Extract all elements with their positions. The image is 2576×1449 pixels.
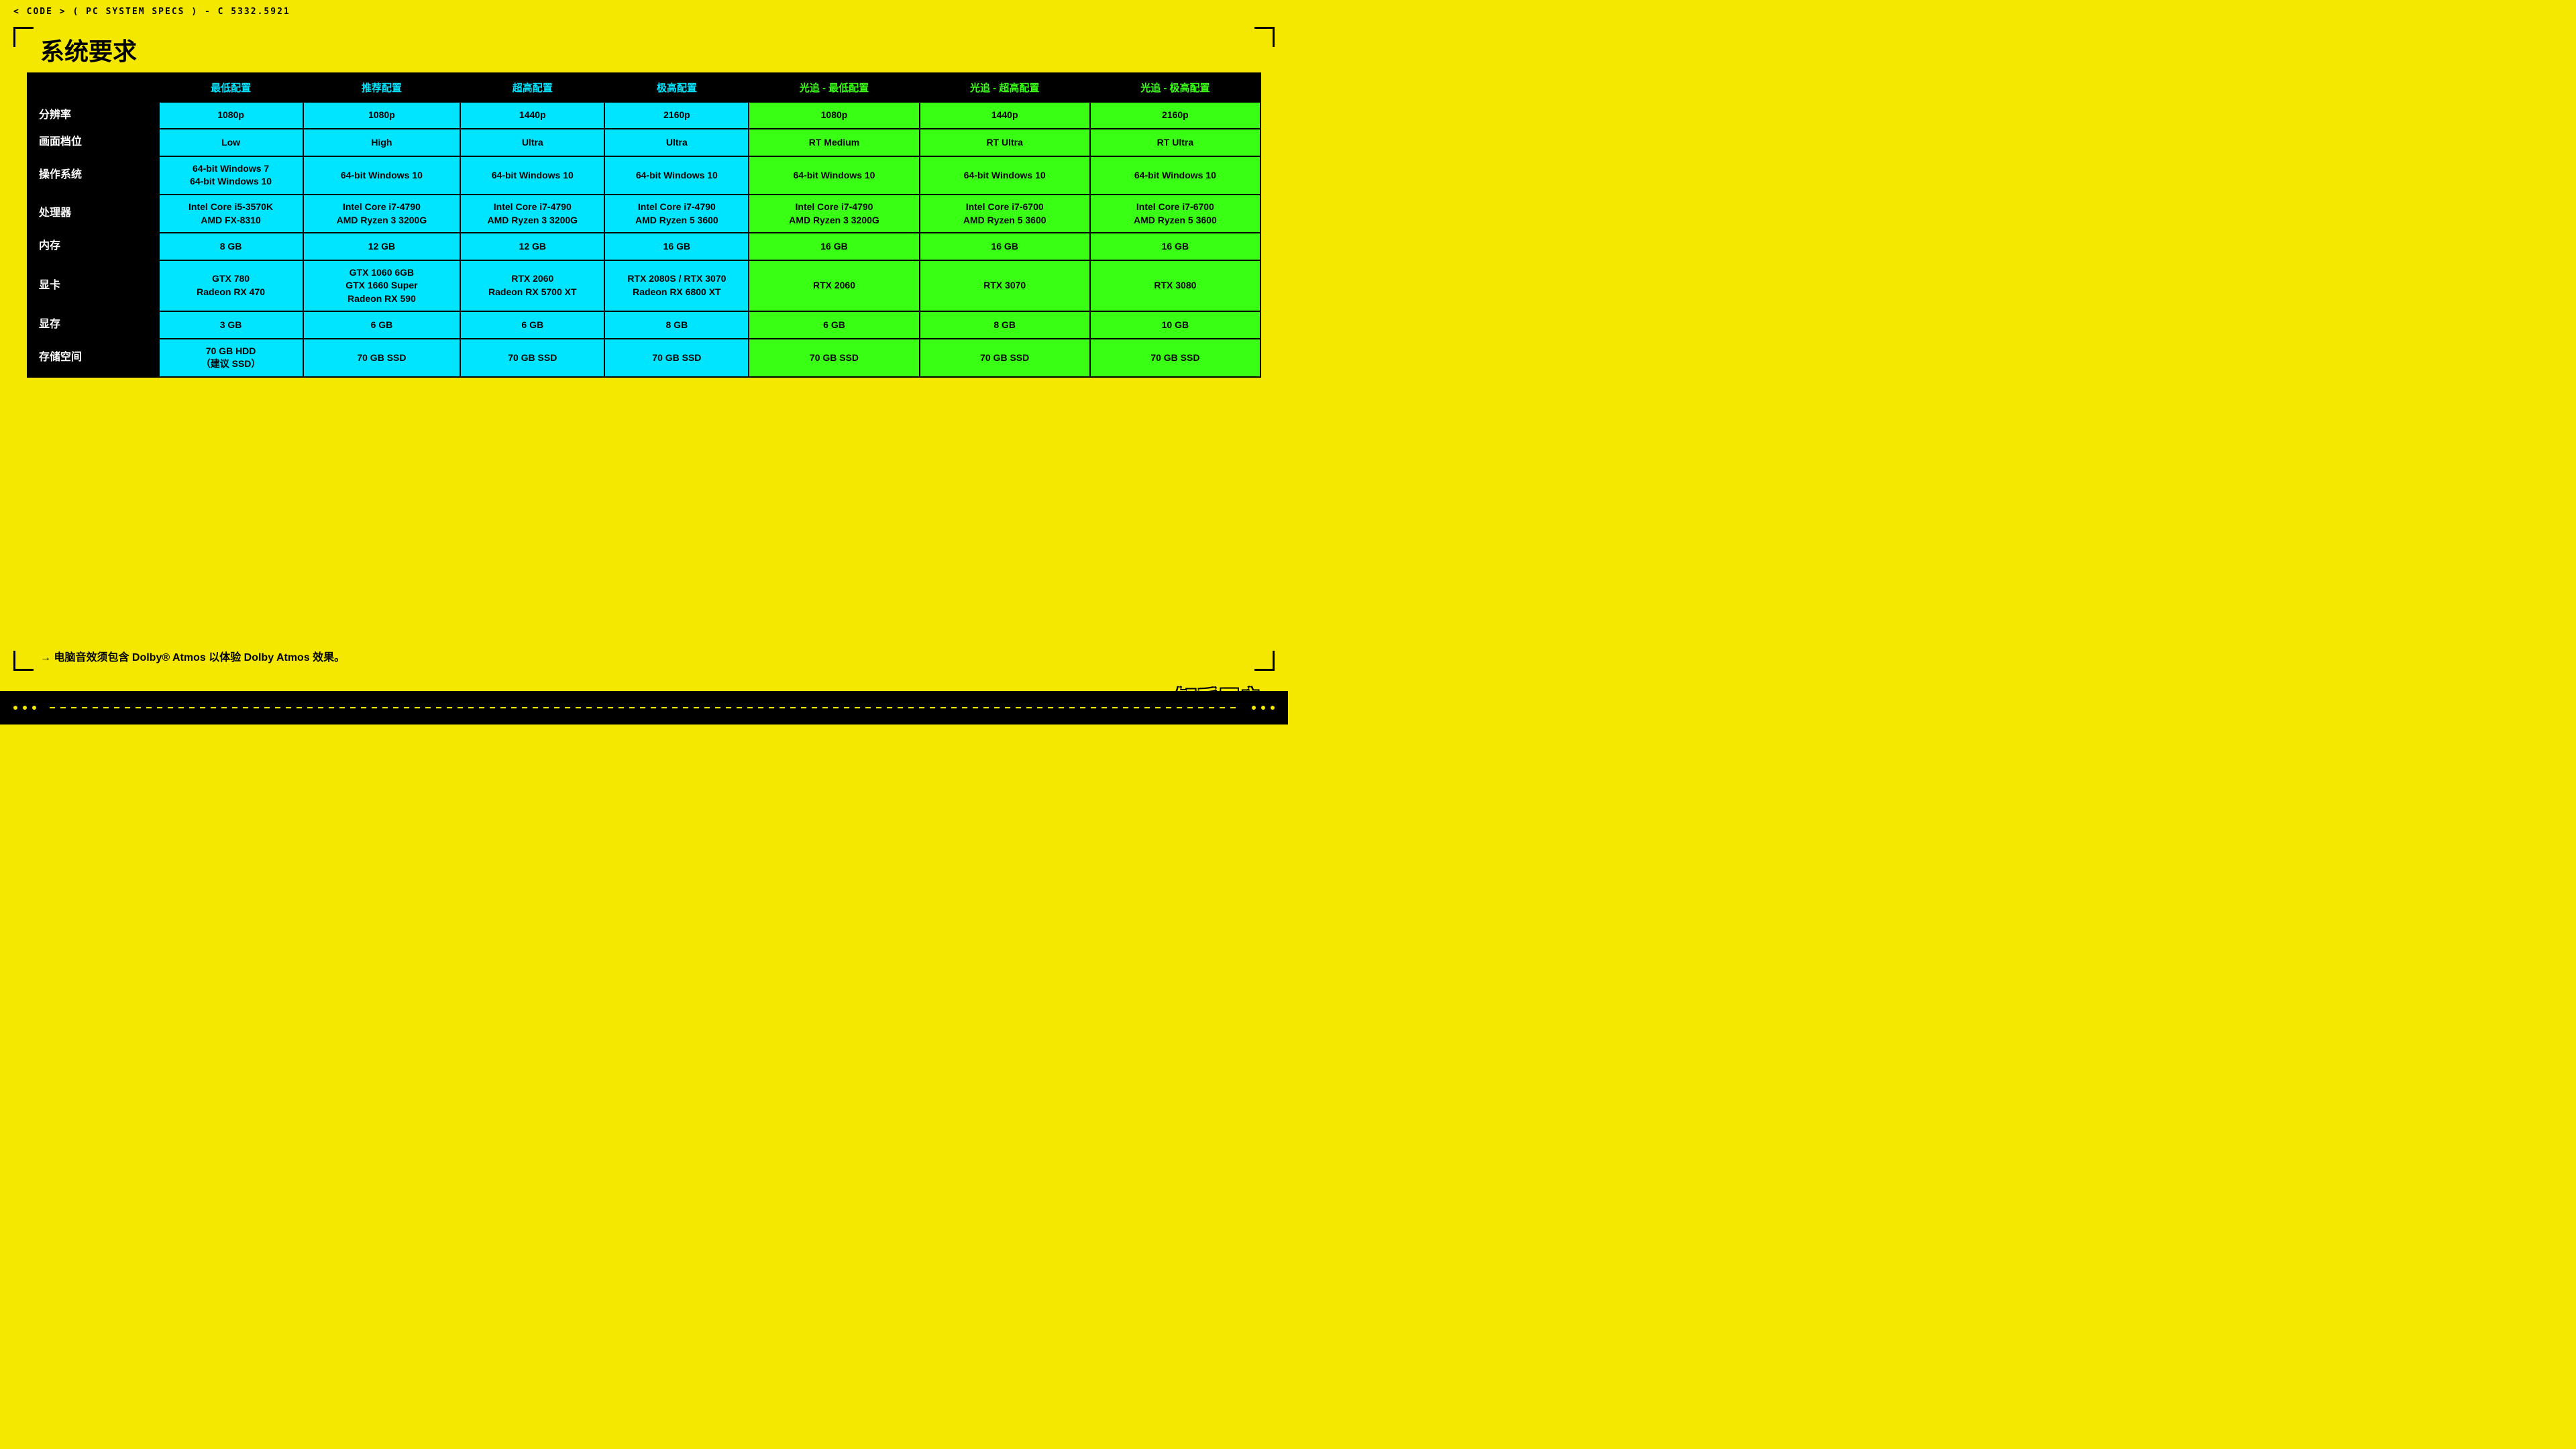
row-5-col6: RTX 3070 <box>920 260 1090 312</box>
row-4-col1: 8 GB <box>159 233 303 260</box>
row-2-col6: 64-bit Windows 10 <box>920 156 1090 195</box>
specs-table: 最低配置 推荐配置 超高配置 极高配置 光追 - 最低配置 光追 - 超高配置 … <box>27 72 1261 378</box>
row-0-col5: 1080p <box>749 102 919 129</box>
header-col1: 最低配置 <box>159 73 303 102</box>
row-3-col7: Intel Core i7-6700 AMD Ryzen 5 3600 <box>1090 195 1260 233</box>
header-col7: 光追 - 极高配置 <box>1090 73 1260 102</box>
header-col3: 超高配置 <box>460 73 604 102</box>
row-label-1: 画面档位 <box>28 129 159 156</box>
top-bar-text: < CODE > ( PC SYSTEM SPECS ) - C 5332.59… <box>13 7 290 17</box>
row-7-col7: 70 GB SSD <box>1090 339 1260 377</box>
row-6-col1: 3 GB <box>159 311 303 338</box>
row-7-col1: 70 GB HDD （建议 SSD） <box>159 339 303 377</box>
dot4 <box>1252 706 1256 710</box>
row-4-col3: 12 GB <box>460 233 604 260</box>
row-2-col7: 64-bit Windows 10 <box>1090 156 1260 195</box>
row-2-col2: 64-bit Windows 10 <box>303 156 461 195</box>
row-4-col4: 16 GB <box>604 233 749 260</box>
row-0-col7: 2160p <box>1090 102 1260 129</box>
row-1-col5: RT Medium <box>749 129 919 156</box>
top-bar: < CODE > ( PC SYSTEM SPECS ) - C 5332.59… <box>13 7 290 17</box>
row-3-col4: Intel Core i7-4790 AMD Ryzen 5 3600 <box>604 195 749 233</box>
row-4-col2: 12 GB <box>303 233 461 260</box>
corner-tr-decoration <box>1254 27 1275 47</box>
header-col4: 极高配置 <box>604 73 749 102</box>
row-label-0: 分辨率 <box>28 102 159 129</box>
header-label <box>28 73 159 102</box>
row-3-col3: Intel Core i7-4790 AMD Ryzen 3 3200G <box>460 195 604 233</box>
corner-tl-decoration <box>13 27 34 47</box>
row-label-5: 显卡 <box>28 260 159 312</box>
row-7-col3: 70 GB SSD <box>460 339 604 377</box>
bottom-bar <box>0 691 1288 724</box>
dot5 <box>1261 706 1265 710</box>
row-4-col7: 16 GB <box>1090 233 1260 260</box>
row-1-col2: High <box>303 129 461 156</box>
bottom-bar-dots-right <box>1252 706 1275 710</box>
row-label-3: 处理器 <box>28 195 159 233</box>
row-3-col6: Intel Core i7-6700 AMD Ryzen 5 3600 <box>920 195 1090 233</box>
header-col2: 推荐配置 <box>303 73 461 102</box>
row-7-col2: 70 GB SSD <box>303 339 461 377</box>
row-7-col4: 70 GB SSD <box>604 339 749 377</box>
bottom-bar-line <box>50 707 1238 708</box>
row-5-col1: GTX 780 Radeon RX 470 <box>159 260 303 312</box>
row-6-col4: 8 GB <box>604 311 749 338</box>
row-4-col6: 16 GB <box>920 233 1090 260</box>
row-6-col6: 8 GB <box>920 311 1090 338</box>
row-7-col5: 70 GB SSD <box>749 339 919 377</box>
row-1-col1: Low <box>159 129 303 156</box>
dot2 <box>23 706 27 710</box>
row-6-col3: 6 GB <box>460 311 604 338</box>
row-2-col4: 64-bit Windows 10 <box>604 156 749 195</box>
row-5-col5: RTX 2060 <box>749 260 919 312</box>
row-label-7: 存储空间 <box>28 339 159 377</box>
row-0-col4: 2160p <box>604 102 749 129</box>
row-6-col5: 6 GB <box>749 311 919 338</box>
row-1-col6: RT Ultra <box>920 129 1090 156</box>
row-0-col3: 1440p <box>460 102 604 129</box>
row-1-col4: Ultra <box>604 129 749 156</box>
row-3-col2: Intel Core i7-4790 AMD Ryzen 3 3200G <box>303 195 461 233</box>
row-3-col5: Intel Core i7-4790 AMD Ryzen 3 3200G <box>749 195 919 233</box>
row-2-col5: 64-bit Windows 10 <box>749 156 919 195</box>
row-5-col2: GTX 1060 6GB GTX 1660 Super Radeon RX 59… <box>303 260 461 312</box>
corner-br-decoration <box>1254 651 1275 671</box>
bottom-note: → 电脑音效须包含 Dolby® Atmos 以体验 Dolby Atmos 效… <box>40 648 345 664</box>
page-title: 系统要求 <box>40 32 137 67</box>
row-label-6: 显存 <box>28 311 159 338</box>
dot3 <box>32 706 36 710</box>
corner-bl-decoration <box>13 651 34 671</box>
row-5-col4: RTX 2080S / RTX 3070 Radeon RX 6800 XT <box>604 260 749 312</box>
row-6-col2: 6 GB <box>303 311 461 338</box>
dot6 <box>1271 706 1275 710</box>
specs-table-container: 最低配置 推荐配置 超高配置 极高配置 光追 - 最低配置 光追 - 超高配置 … <box>27 72 1261 637</box>
bottom-note-text: → 电脑音效须包含 Dolby® Atmos 以体验 Dolby Atmos 效… <box>40 652 345 663</box>
row-3-col1: Intel Core i5-3570K AMD FX-8310 <box>159 195 303 233</box>
row-2-col3: 64-bit Windows 10 <box>460 156 604 195</box>
row-2-col1: 64-bit Windows 7 64-bit Windows 10 <box>159 156 303 195</box>
row-0-col6: 1440p <box>920 102 1090 129</box>
dot1 <box>13 706 17 710</box>
row-1-col3: Ultra <box>460 129 604 156</box>
row-1-col7: RT Ultra <box>1090 129 1260 156</box>
row-5-col3: RTX 2060 Radeon RX 5700 XT <box>460 260 604 312</box>
row-0-col1: 1080p <box>159 102 303 129</box>
row-label-4: 内存 <box>28 233 159 260</box>
row-6-col7: 10 GB <box>1090 311 1260 338</box>
header-col5: 光追 - 最低配置 <box>749 73 919 102</box>
header-col6: 光追 - 超高配置 <box>920 73 1090 102</box>
row-7-col6: 70 GB SSD <box>920 339 1090 377</box>
bottom-bar-dots <box>13 706 36 710</box>
row-label-2: 操作系统 <box>28 156 159 195</box>
row-5-col7: RTX 3080 <box>1090 260 1260 312</box>
row-4-col5: 16 GB <box>749 233 919 260</box>
row-0-col2: 1080p <box>303 102 461 129</box>
